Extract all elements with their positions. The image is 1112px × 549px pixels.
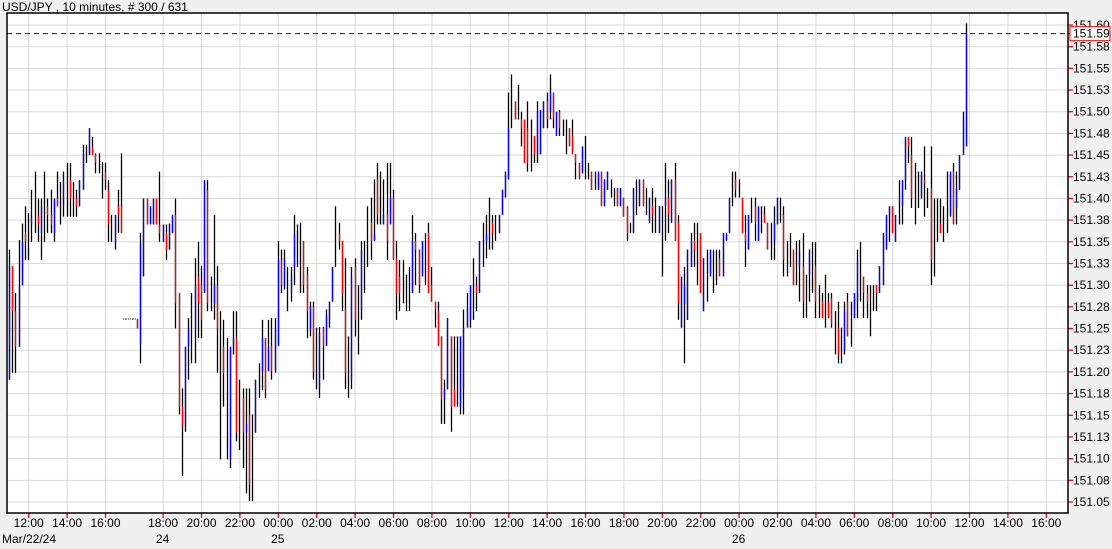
y-tick-label: 151.08 xyxy=(1073,473,1110,487)
date-label: 25 xyxy=(271,532,285,546)
x-tick-label: 10:00 xyxy=(916,516,946,530)
x-tick-label: 18:00 xyxy=(609,516,639,530)
x-tick-label: 06:00 xyxy=(839,516,869,530)
ohlc-chart: 151.60151.58151.55151.53151.50151.48151.… xyxy=(2,12,1111,546)
x-tick-label: 06:00 xyxy=(378,516,408,530)
x-tick-label: 10:00 xyxy=(455,516,485,530)
x-tick-label: 16:00 xyxy=(90,516,120,530)
date-label: 26 xyxy=(732,532,746,546)
y-tick-label: 151.18 xyxy=(1073,387,1110,401)
x-tick-label: 08:00 xyxy=(878,516,908,530)
x-tick-label: 08:00 xyxy=(417,516,447,530)
y-tick-label: 151.23 xyxy=(1073,343,1110,357)
x-tick-label: 12:00 xyxy=(14,516,44,530)
x-tick-label: 18:00 xyxy=(148,516,178,530)
x-tick-label: 20:00 xyxy=(186,516,216,530)
y-tick-label: 151.28 xyxy=(1073,300,1110,314)
x-tick-label: 14:00 xyxy=(52,516,82,530)
date-label: Mar/22/24 xyxy=(2,532,56,546)
x-tick-label: 14:00 xyxy=(532,516,562,530)
x-tick-label: 20:00 xyxy=(647,516,677,530)
x-tick-label: 12:00 xyxy=(494,516,524,530)
x-tick-label: 02:00 xyxy=(302,516,332,530)
x-tick-label: 14:00 xyxy=(993,516,1023,530)
last-price-label: 151.59 xyxy=(1073,27,1110,41)
y-tick-label: 151.05 xyxy=(1073,495,1110,509)
y-tick-label: 151.35 xyxy=(1073,235,1110,249)
x-tick-label: 22:00 xyxy=(225,516,255,530)
y-tick-label: 151.40 xyxy=(1073,191,1110,205)
y-tick-label: 151.58 xyxy=(1073,40,1110,54)
y-tick-label: 151.48 xyxy=(1073,126,1110,140)
x-tick-label: 04:00 xyxy=(801,516,831,530)
y-tick-label: 151.38 xyxy=(1073,213,1110,227)
x-tick-label: 00:00 xyxy=(263,516,293,530)
x-axis: 12:00 14:00 16:00 18:00 20:00 22:00 00:00 02:00… xyxy=(2,513,1062,546)
x-tick-label: 02:00 xyxy=(762,516,792,530)
y-tick-label: 151.43 xyxy=(1073,170,1110,184)
y-tick-label: 151.25 xyxy=(1073,322,1110,336)
y-tick-label: 151.55 xyxy=(1073,61,1110,75)
y-tick-label: 151.15 xyxy=(1073,408,1110,422)
x-tick-label: 16:00 xyxy=(570,516,600,530)
y-tick-label: 151.10 xyxy=(1073,452,1110,466)
x-tick-label: 16:00 xyxy=(1031,516,1061,530)
y-axis: 151.60151.58151.55151.53151.50151.48151.… xyxy=(1068,18,1110,509)
x-tick-label: 12:00 xyxy=(954,516,984,530)
x-tick-label: 00:00 xyxy=(724,516,754,530)
y-tick-label: 151.13 xyxy=(1073,430,1110,444)
y-tick-label: 151.53 xyxy=(1073,83,1110,97)
y-tick-label: 151.30 xyxy=(1073,278,1110,292)
y-tick-label: 151.20 xyxy=(1073,365,1110,379)
y-tick-label: 151.33 xyxy=(1073,257,1110,271)
y-tick-label: 151.50 xyxy=(1073,105,1110,119)
x-tick-label: 04:00 xyxy=(340,516,370,530)
y-tick-label: 151.45 xyxy=(1073,148,1110,162)
date-label: 24 xyxy=(156,532,170,546)
x-tick-label: 22:00 xyxy=(686,516,716,530)
